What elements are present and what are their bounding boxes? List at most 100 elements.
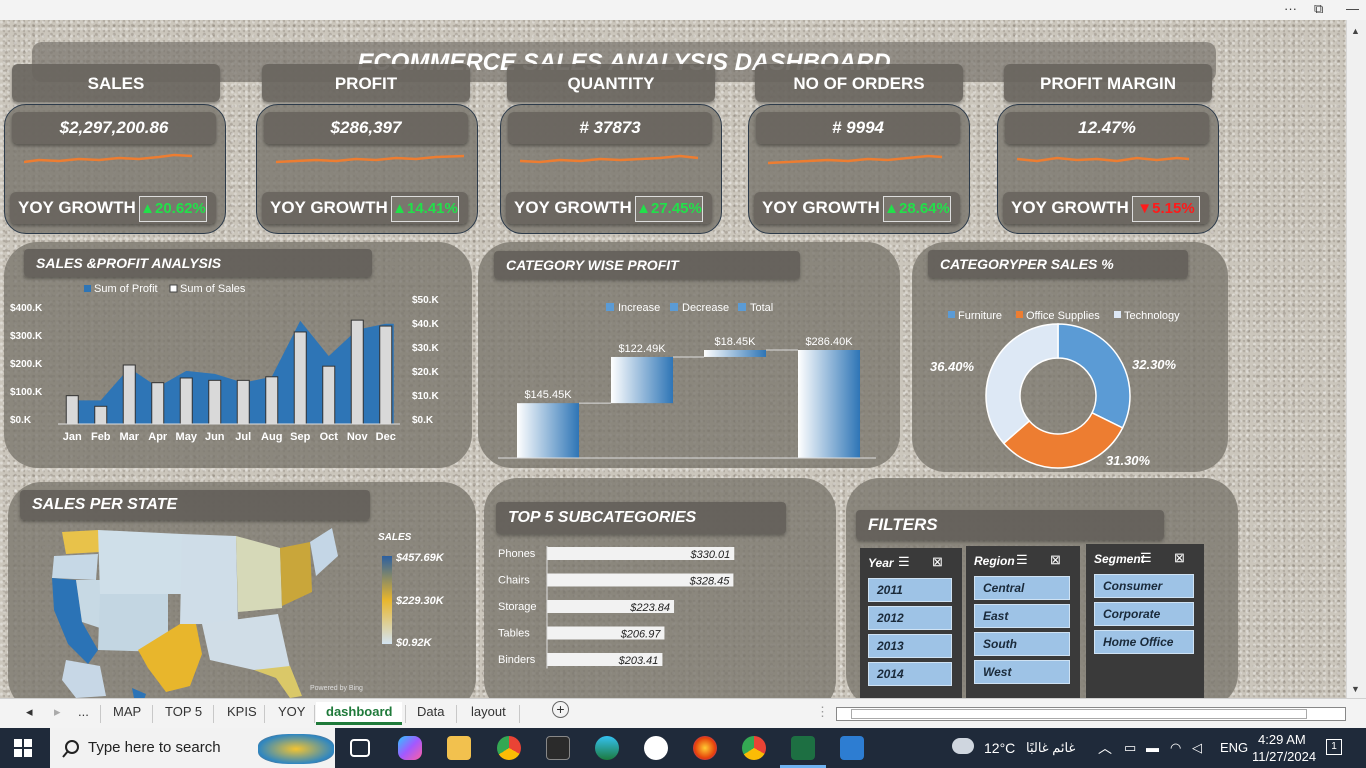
weather-temp[interactable]: 12°C (984, 740, 1015, 756)
file-explorer-icon[interactable] (447, 736, 471, 760)
tab-top5[interactable]: TOP 5 (165, 704, 202, 719)
tab-kpis[interactable]: KPIS (227, 704, 257, 719)
firefox-icon[interactable] (693, 736, 717, 760)
subcategory-label: Phones (498, 548, 536, 560)
kpi-title: PROFIT (262, 64, 470, 102)
year-option[interactable]: 2014 (868, 662, 952, 686)
tab-layout[interactable]: layout (471, 704, 506, 719)
tab-more[interactable]: ... (78, 704, 89, 719)
clear-filter-icon[interactable]: ⊠ (932, 554, 943, 570)
clock-date[interactable]: 11/27/2024 (1252, 749, 1316, 764)
right-axis-tick: $20.K (412, 367, 439, 378)
multi-select-icon[interactable]: ☰ (898, 554, 910, 570)
us-map[interactable] (40, 520, 340, 698)
region-option[interactable]: West (974, 660, 1070, 684)
horizontal-scroll-thumb[interactable] (851, 709, 1307, 719)
sales-profit-chart[interactable]: Sum of Profit Sum of Sales $400.K $300.K $20… (4, 278, 472, 454)
tab-data[interactable]: Data (417, 704, 444, 719)
kpi-sparkline (1017, 156, 1190, 163)
top5-chart[interactable]: Phones $330.01 Chairs $328.45 Storage $223.84… (484, 538, 836, 698)
scroll-down-icon[interactable]: ▼ (1351, 684, 1360, 694)
battery-icon[interactable]: ▬ (1146, 740, 1159, 755)
excel-icon[interactable] (791, 736, 815, 760)
clear-filter-icon[interactable]: ⊠ (1174, 550, 1185, 566)
state-legend-title: SALES (378, 532, 412, 543)
tab-splitter[interactable]: ⋮ (816, 704, 829, 720)
search-highlight-icon[interactable] (258, 734, 334, 764)
legend-profit: Sum of Profit (94, 283, 158, 295)
donut-label: 32.30% (1132, 357, 1177, 372)
sales-bar (208, 379, 222, 425)
sheet-tabs-bar: ◂ ▸ ... MAP TOP 5 KPIS YOY dashboard Dat… (0, 698, 1366, 728)
year-option[interactable]: 2013 (868, 634, 952, 658)
left-axis-tick: $300.K (10, 331, 43, 342)
region-option[interactable]: East (974, 604, 1070, 628)
horizontal-scrollbar[interactable] (836, 707, 1346, 721)
photos-icon[interactable] (840, 736, 864, 760)
legend-label: Increase (618, 302, 660, 314)
tab-yoy[interactable]: YOY (278, 704, 305, 719)
multi-select-icon[interactable]: ☰ (1140, 550, 1152, 566)
volume-icon[interactable]: ◁ (1192, 740, 1202, 756)
chevron-up-icon[interactable]: ︿ (1098, 738, 1112, 758)
chrome-profile-icon[interactable] (742, 736, 766, 760)
segment-option[interactable]: Home Office (1094, 630, 1194, 654)
vertical-scrollbar[interactable]: ▲ ▼ (1346, 20, 1366, 698)
map-northeast (280, 542, 312, 606)
legend-profit-swatch (84, 285, 91, 292)
language-indicator[interactable]: ENG (1220, 740, 1248, 755)
subcategory-label: Binders (498, 654, 536, 666)
state-legend-min: $0.92K (396, 637, 432, 649)
right-axis-tick: $50.K (412, 295, 439, 306)
clock-time[interactable]: 4:29 AM (1258, 732, 1306, 747)
app-icon[interactable] (644, 736, 668, 760)
chrome-icon[interactable] (497, 736, 521, 760)
year-option[interactable]: 2012 (868, 606, 952, 630)
more-options-icon[interactable]: ··· (1284, 1, 1297, 16)
edge-icon[interactable] (595, 736, 619, 760)
waterfall-category: Grand Total (799, 467, 860, 468)
region-option[interactable]: Central (974, 576, 1070, 600)
multi-select-icon[interactable]: ☰ (1016, 552, 1028, 568)
segment-slicer-header: Segment (1094, 552, 1145, 566)
windows-start-icon[interactable] (14, 739, 32, 757)
restore-icon[interactable]: ⧉ (1314, 1, 1323, 17)
add-sheet-button[interactable]: + (552, 701, 569, 718)
task-view-icon[interactable] (350, 739, 370, 757)
scroll-up-icon[interactable]: ▲ (1351, 26, 1360, 36)
calendar-app-icon[interactable] (546, 736, 570, 760)
profit-area (72, 320, 394, 424)
left-axis-tick: $0.K (10, 415, 32, 426)
waterfall-bar (704, 350, 766, 357)
sales-bar (65, 395, 79, 425)
weather-icon[interactable] (952, 738, 974, 754)
map-midwest (236, 536, 282, 612)
weather-condition[interactable]: غائم غالبًا (1026, 740, 1075, 756)
tab-map[interactable]: MAP (113, 704, 141, 719)
wifi-icon[interactable]: ◠ (1170, 740, 1181, 756)
yoy-growth-badge: ▲20.62% (139, 196, 207, 222)
minimize-icon[interactable]: — (1346, 1, 1359, 16)
kpi-title: PROFIT MARGIN (1004, 64, 1212, 102)
tab-next-icon[interactable]: ▸ (54, 704, 61, 720)
segment-option[interactable]: Corporate (1094, 602, 1194, 626)
map-credit: Powered by Bing (310, 685, 363, 692)
clear-filter-icon[interactable]: ⊠ (1050, 552, 1061, 568)
category-sales-chart[interactable]: Furniture Office Supplies Technology 32.30%… (912, 280, 1228, 470)
copilot-icon[interactable] (398, 736, 422, 760)
tab-dashboard[interactable]: dashboard (316, 702, 403, 725)
kpi-sparkline (520, 154, 699, 164)
category-profit-chart[interactable]: Increase Decrease Total $145.45K Technology $… (478, 290, 900, 468)
year-option[interactable]: 2011 (868, 578, 952, 602)
meet-icon[interactable]: ▭ (1124, 740, 1136, 756)
region-option[interactable]: South (974, 632, 1070, 656)
notifications-icon[interactable]: 1 (1326, 739, 1342, 755)
map-new-england (310, 528, 338, 576)
month-label: Aug (261, 431, 282, 443)
waterfall-bar (798, 350, 860, 458)
segment-option[interactable]: Consumer (1094, 574, 1194, 598)
sales-bar (350, 319, 364, 425)
donut-label: 36.40% (930, 359, 975, 374)
month-label: Jan (63, 431, 82, 443)
tab-prev-icon[interactable]: ◂ (26, 704, 33, 720)
